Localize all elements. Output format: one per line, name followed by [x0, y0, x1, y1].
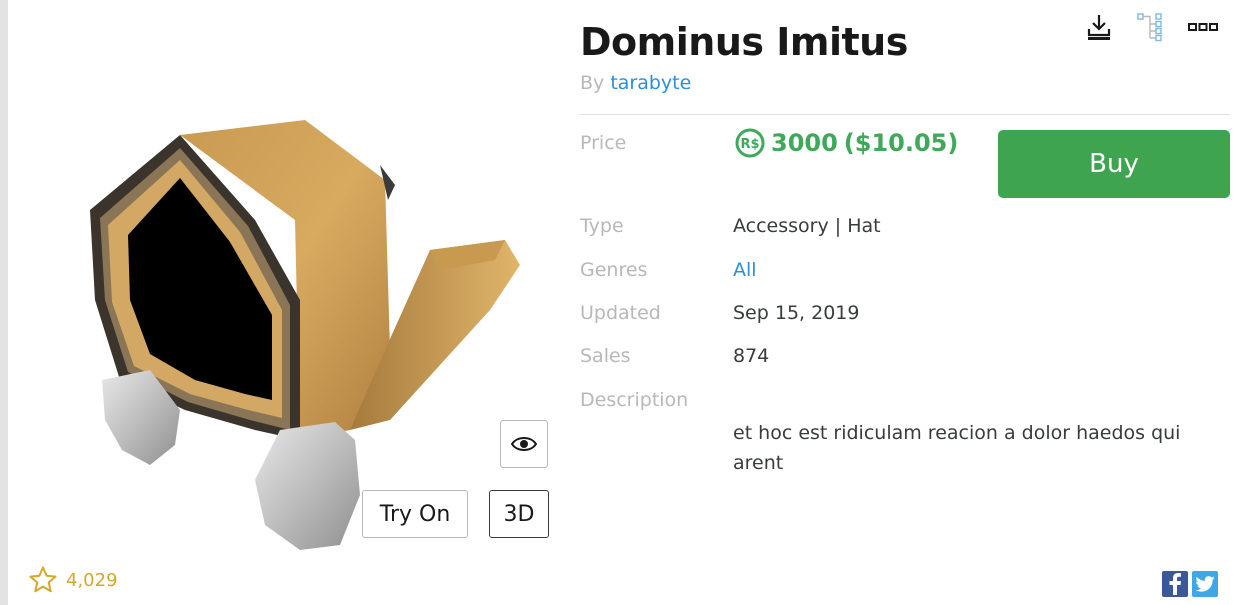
price-display: R$ 3000 ($10.05)	[735, 128, 958, 158]
sales-value: 874	[733, 345, 770, 367]
type-value: Accessory | Hat	[733, 215, 881, 237]
more-icon[interactable]	[1188, 22, 1218, 32]
twitter-share-button[interactable]	[1192, 571, 1218, 597]
item-details: Dominus Imitus By tarabyte Price R$ 3000…	[580, 0, 1230, 605]
left-edge-border	[0, 0, 8, 605]
updated-value: Sep 15, 2019	[733, 302, 860, 324]
genres-link[interactable]: All	[733, 259, 757, 281]
preview-toggle-button[interactable]	[500, 420, 548, 468]
by-prefix: By	[580, 72, 611, 94]
price-usd-value: ($10.05)	[843, 129, 959, 157]
share-buttons	[1162, 571, 1218, 597]
item-3d-thumbnail	[90, 120, 520, 550]
sales-label: Sales	[580, 345, 631, 367]
robux-icon: R$	[735, 128, 765, 158]
type-label: Type	[580, 215, 624, 237]
header-divider	[580, 114, 1230, 115]
robux-symbol: R$	[740, 137, 759, 152]
favorite-count: 4,029	[66, 569, 118, 591]
eye-icon	[511, 437, 537, 451]
facebook-icon	[1169, 573, 1181, 595]
description-text: et hoc est ridiculam reacion a dolor hae…	[733, 422, 1181, 474]
try-on-button[interactable]: Try On	[362, 490, 468, 538]
download-icon[interactable]	[1086, 13, 1112, 41]
price-label: Price	[580, 132, 627, 154]
creator-byline: By tarabyte	[580, 72, 691, 94]
buy-button[interactable]: Buy	[998, 130, 1230, 198]
twitter-icon	[1195, 576, 1215, 592]
price-robux-value: 3000	[771, 129, 838, 157]
star-icon	[29, 566, 57, 593]
3d-view-button[interactable]: 3D	[489, 490, 549, 538]
facebook-share-button[interactable]	[1162, 571, 1188, 597]
item-actions	[1086, 12, 1218, 42]
creator-link[interactable]: tarabyte	[610, 72, 691, 94]
updated-label: Updated	[580, 302, 661, 324]
item-title: Dominus Imitus	[580, 20, 908, 64]
item-preview: Try On 3D 4,029	[10, 0, 570, 605]
description-label: Description	[580, 389, 689, 411]
favorite-control[interactable]: 4,029	[28, 565, 118, 595]
hierarchy-icon[interactable]	[1136, 12, 1164, 42]
genres-label: Genres	[580, 259, 648, 281]
